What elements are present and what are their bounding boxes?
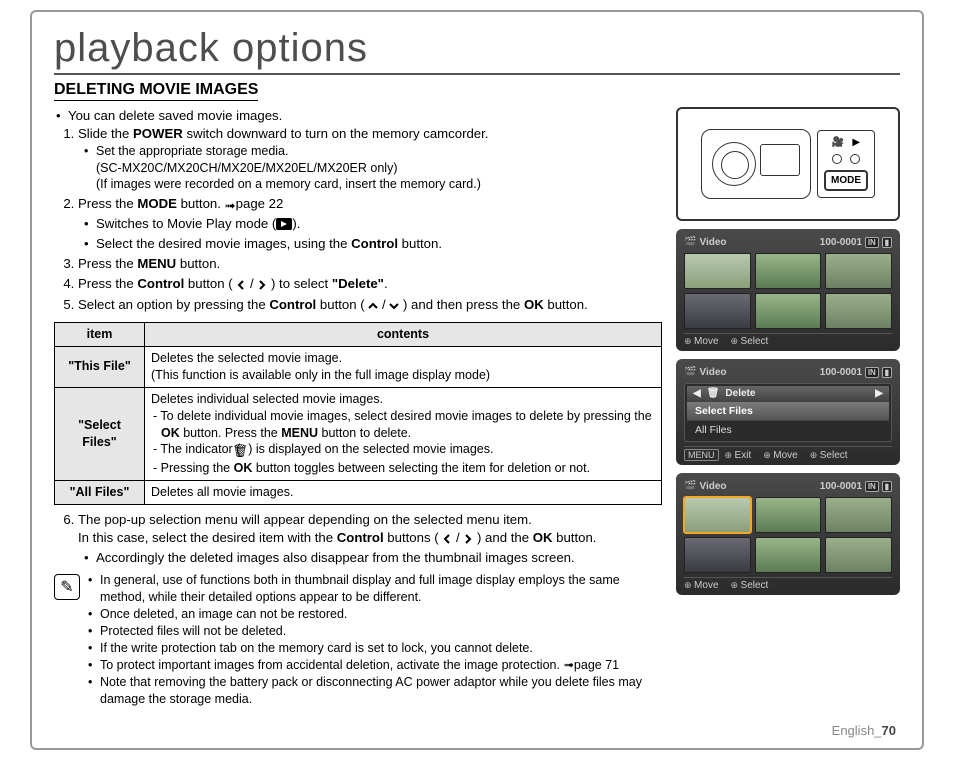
note-6: Note that removing the battery pack or d… bbox=[100, 674, 662, 708]
video-icon: 🎬 bbox=[684, 481, 696, 492]
lcd-screen-thumbnails: 🎬Video 100-0001 IN ▮ Move Select bbox=[676, 229, 900, 351]
row-select-files-desc: Deletes individual selected movie images… bbox=[145, 387, 662, 480]
camcorder-diagram: 🎥 ▶ MODE bbox=[676, 107, 900, 221]
row-all-files-desc: Deletes all movie images. bbox=[145, 481, 662, 505]
thumbnail bbox=[684, 253, 751, 289]
step-3: Press the MENU button. bbox=[78, 255, 662, 273]
lcd-select-label: Select bbox=[731, 336, 769, 347]
row-this-file: "This File" bbox=[55, 347, 145, 388]
chevron-right-icon bbox=[463, 531, 473, 549]
options-table: itemcontents "This File" Deletes the sel… bbox=[54, 322, 662, 505]
lcd-move-label: Move bbox=[684, 580, 719, 591]
thumbnail bbox=[684, 537, 751, 573]
main-content: You can delete saved movie images. Slide… bbox=[54, 107, 662, 707]
step-1: Slide the POWER switch downward to turn … bbox=[78, 125, 662, 193]
thumbnail bbox=[825, 497, 892, 533]
mode-button-plate: 🎥 ▶ MODE bbox=[817, 130, 875, 198]
chevron-left-icon bbox=[442, 531, 452, 549]
play-icon: ▶ bbox=[852, 137, 860, 148]
chevron-down-icon bbox=[389, 298, 399, 316]
storage-icon: IN bbox=[865, 367, 879, 378]
battery-icon: ▮ bbox=[882, 481, 892, 492]
note-1: In general, use of functions both in thu… bbox=[100, 572, 662, 606]
lcd-screen-delete-menu: 🎬Video 100-0001 IN ▮ ◀🗑Delete▶ Select Fi… bbox=[676, 359, 900, 465]
thumbnail bbox=[755, 253, 822, 289]
row-this-file-desc: Deletes the selected movie image. (This … bbox=[145, 347, 662, 388]
page-frame: playback options DELETING MOVIE IMAGES Y… bbox=[30, 10, 924, 750]
intro-text: You can delete saved movie images. bbox=[68, 107, 662, 125]
lcd-screen-selection: 🎬Video 100-0001 IN ▮ Move Select bbox=[676, 473, 900, 595]
battery-icon: ▮ bbox=[882, 367, 892, 378]
thumbnail bbox=[755, 537, 822, 573]
note-5: To protect important images from acciden… bbox=[100, 657, 662, 674]
movie-play-icon bbox=[276, 217, 292, 235]
step-4: Press the Control button ( / ) to select… bbox=[78, 275, 662, 295]
chevron-up-icon bbox=[368, 298, 378, 316]
video-icon: 🎬 bbox=[684, 237, 696, 248]
section-heading: DELETING MOVIE IMAGES bbox=[54, 81, 258, 101]
lcd-select-label: Select bbox=[810, 450, 848, 461]
thumbnail bbox=[825, 293, 892, 329]
row-select-files: "Select Files" bbox=[55, 387, 145, 480]
camcorder-body-icon bbox=[701, 129, 811, 199]
record-icon: 🎥 bbox=[832, 137, 844, 148]
note-icon: ✎ bbox=[54, 574, 80, 600]
note-4: If the write protection tab on the memor… bbox=[100, 640, 662, 657]
arrow-right-icon: ➟ bbox=[225, 197, 236, 215]
chevron-right-icon bbox=[257, 277, 267, 295]
menu-all-files: All Files bbox=[687, 420, 889, 439]
thumbnail bbox=[825, 253, 892, 289]
arrow-right-icon: ➟ bbox=[563, 658, 573, 672]
step-6: The pop-up selection menu will appear de… bbox=[78, 511, 662, 566]
lcd-move-label: Move bbox=[763, 450, 798, 461]
row-all-files: "All Files" bbox=[55, 481, 145, 505]
mode-button: MODE bbox=[824, 170, 868, 191]
th-item: item bbox=[55, 323, 145, 347]
lcd-exit-label: Exit bbox=[725, 450, 752, 461]
storage-icon: IN bbox=[865, 237, 879, 248]
th-contents: contents bbox=[145, 323, 662, 347]
page-title: playback options bbox=[54, 26, 900, 75]
thumbnail bbox=[755, 497, 822, 533]
step-5: Select an option by pressing the Control… bbox=[78, 296, 662, 316]
lcd-select-label: Select bbox=[731, 580, 769, 591]
storage-icon: IN bbox=[865, 481, 879, 492]
menu-button-label: MENU bbox=[684, 449, 719, 461]
page-footer: English_70 bbox=[832, 723, 896, 738]
chevron-left-icon bbox=[236, 277, 246, 295]
thumbnail bbox=[755, 293, 822, 329]
battery-icon: ▮ bbox=[882, 237, 892, 248]
video-icon: 🎬 bbox=[684, 367, 696, 378]
lcd-move-label: Move bbox=[684, 336, 719, 347]
illustration-column: 🎥▶ MODE 🎬Video 100-0001 IN ▮ bbox=[676, 107, 900, 707]
note-2: Once deleted, an image can not be restor… bbox=[100, 606, 662, 623]
thumbnail-selected bbox=[684, 497, 751, 533]
menu-select-files: Select Files bbox=[687, 401, 889, 420]
note-3: Protected files will not be deleted. bbox=[100, 623, 662, 640]
trash-icon: 🗑 bbox=[707, 388, 720, 399]
thumbnail bbox=[684, 293, 751, 329]
thumbnail bbox=[825, 537, 892, 573]
step-2: Press the MODE button. ➟page 22 Switches… bbox=[78, 195, 662, 252]
